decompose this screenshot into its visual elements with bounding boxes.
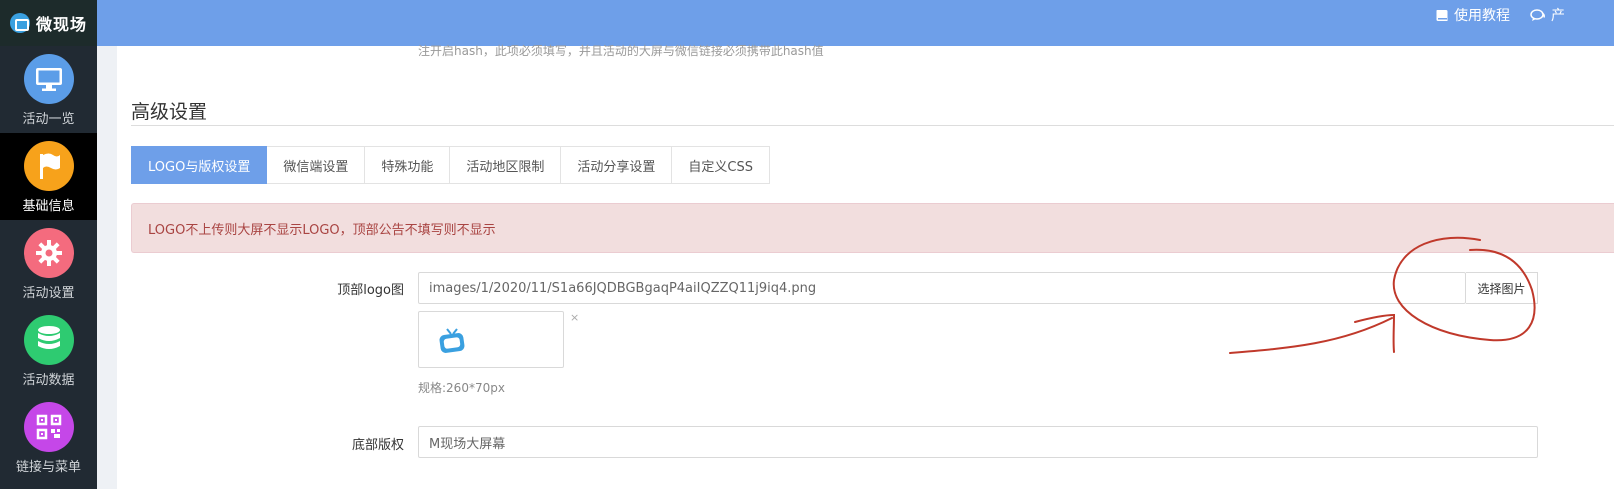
tab-logo-copyright[interactable]: LOGO与版权设置 <box>131 146 268 184</box>
product-link[interactable]: 产 <box>1530 0 1565 30</box>
tab-special-features[interactable]: 特殊功能 <box>365 146 451 184</box>
sidebar-item-label: 活动一览 <box>22 112 75 127</box>
sidebar-item-data[interactable]: 活动数据 <box>0 307 97 394</box>
app-root: 微现场 活动一览 基础信息 活动设置 活动数据 链接与菜单 使用教程 产 注开启… <box>0 0 1614 489</box>
sidebar-item-label: 基础信息 <box>22 199 75 214</box>
sidebar-item-overview[interactable]: 活动一览 <box>0 46 97 133</box>
sidebar-item-label: 活动设置 <box>22 286 75 301</box>
sidebar-item-basic-info[interactable]: 基础信息 <box>0 133 97 220</box>
logo-preview <box>418 311 564 368</box>
tab-region-limit[interactable]: 活动地区限制 <box>450 146 562 184</box>
tab-custom-css[interactable]: 自定义CSS <box>672 146 770 184</box>
tv-logo-icon <box>10 13 30 33</box>
sidebar-item-label: 链接与菜单 <box>15 460 81 475</box>
alert-message: LOGO不上传则大屏不显示LOGO，顶部公告不填写则不显示 <box>131 203 1614 253</box>
tutorial-label: 使用教程 <box>1454 8 1510 24</box>
flag-icon <box>23 141 74 191</box>
qrcode-icon <box>23 402 74 452</box>
sidebar-item-links-menu[interactable]: 链接与菜单 <box>0 394 97 481</box>
tv-logo-icon <box>439 328 465 353</box>
logo-field-label: 顶部logo图 <box>337 283 404 298</box>
logo-path-input[interactable] <box>418 272 1466 304</box>
top-bar: 使用教程 产 <box>97 0 1614 46</box>
app-name: 微现场 <box>36 15 88 34</box>
tab-share-settings[interactable]: 活动分享设置 <box>561 146 673 184</box>
hash-help-text: 注开启hash，此项必须填写，并且活动的大屏与微信链接必须携带此hash值 <box>418 44 824 58</box>
section-divider <box>131 125 1614 126</box>
select-image-button[interactable]: 选择图片 <box>1466 272 1538 304</box>
sidebar-item-label: 活动数据 <box>22 373 75 388</box>
tab-wechat-settings[interactable]: 微信端设置 <box>267 146 366 184</box>
content-area <box>97 46 1614 489</box>
gear-icon <box>23 228 74 278</box>
remove-image-button[interactable]: × <box>570 311 579 324</box>
app-logo[interactable]: 微现场 <box>0 0 97 46</box>
book-icon <box>1436 9 1448 21</box>
copyright-input[interactable] <box>418 426 1538 458</box>
section-title: 高级设置 <box>131 101 208 123</box>
sidebar: 微现场 活动一览 基础信息 活动设置 活动数据 链接与菜单 <box>0 0 97 489</box>
tutorial-link[interactable]: 使用教程 <box>1435 0 1510 30</box>
copyright-field-label: 底部版权 <box>351 438 404 453</box>
settings-tabs: LOGO与版权设置 微信端设置 特殊功能 活动地区限制 活动分享设置 自定义CS… <box>131 146 770 184</box>
chat-bubble-icon <box>1530 8 1545 21</box>
product-label: 产 <box>1551 8 1565 24</box>
logo-spec-text: 规格:260*70px <box>418 381 505 395</box>
database-icon <box>23 315 74 365</box>
sidebar-item-settings[interactable]: 活动设置 <box>0 220 97 307</box>
monitor-icon <box>23 54 74 104</box>
